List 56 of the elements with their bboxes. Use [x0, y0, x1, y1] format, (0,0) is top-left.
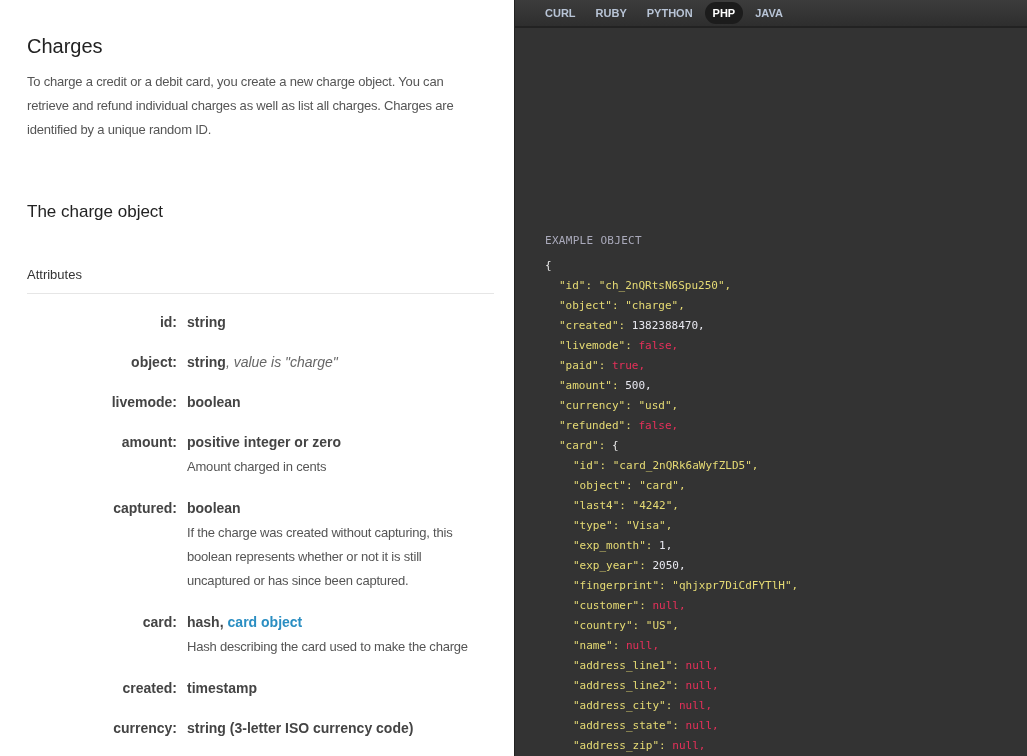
code-line: "object": "charge", — [558, 298, 686, 314]
attribute-name: currency: — [112, 719, 177, 738]
code-line: "id": "card_2nQRk6aWyfZLD5", — [572, 458, 760, 474]
page-title: Charges — [27, 34, 104, 59]
card-object-link[interactable]: card object — [227, 611, 303, 633]
code-line: "amount": 500, — [558, 378, 653, 394]
attribute-name: card: — [141, 613, 177, 632]
code-line: "id": "ch_2nQRtsN6Spu250", — [558, 278, 733, 294]
section-title: The charge object — [27, 201, 165, 223]
attribute-name: id: — [158, 313, 177, 332]
code-line: "exp_month": 1, — [572, 538, 674, 554]
code-line: "livemode": false, — [558, 338, 680, 354]
attribute-name: created: — [121, 679, 177, 698]
attribute-type: timestamp — [187, 679, 258, 698]
code-line: "card": { — [558, 438, 620, 454]
language-tab[interactable]: PHP — [704, 2, 744, 24]
language-tab[interactable]: JAVA — [747, 2, 791, 24]
attribute-type: string (3-letter ISO currency code) — [187, 719, 414, 738]
code-line: "customer": null, — [572, 598, 687, 614]
language-tab[interactable]: RUBY — [587, 2, 635, 24]
attribute-name: captured: — [112, 499, 177, 518]
attribute-description: If the charge was created without capturing, this boolean represents whether or not it is still uncaptured or has since been captured. — [187, 524, 454, 590]
code-line: "name": null, — [572, 638, 661, 654]
code-line: "type": "Visa", — [572, 518, 674, 534]
attribute-name: livemode: — [110, 393, 177, 412]
intro-paragraph: To charge a credit or a debit card, you create a new charge object. You can retrieve and refund individual charges as well as list all charges. Charges are identified by a unique random ID. — [27, 73, 455, 139]
attribute-type: string — [187, 353, 226, 372]
code-line: "currency": "usd", — [558, 398, 680, 414]
code-title: EXAMPLE OBJECT — [545, 233, 643, 249]
attribute-name: object: — [130, 353, 177, 372]
attribute-type: boolean — [187, 499, 241, 518]
attributes-heading: Attributes — [27, 267, 494, 294]
attribute-type: hash, — [187, 613, 224, 632]
attribute-description: Hash describing the card used to make the charge — [187, 638, 469, 656]
attribute-type: positive integer or zero — [187, 433, 342, 452]
code-line: "address_line2": null, — [572, 678, 720, 694]
code-line: "refunded": false, — [558, 418, 680, 434]
attribute-type: string — [187, 313, 226, 332]
code-line: "address_city": null, — [572, 698, 714, 714]
code-line: "created": 1382388470, — [558, 318, 706, 334]
code-line: "last4": "4242", — [572, 498, 680, 514]
code-line: "exp_year": 2050, — [572, 558, 687, 574]
code-line: "paid": true, — [558, 358, 647, 374]
code-line: "object": "card", — [572, 478, 687, 494]
language-tab[interactable]: PYTHON — [638, 2, 701, 24]
code-line: "address_zip": null, — [572, 738, 707, 754]
code-line: "fingerprint": "qhjxpr7DiCdFYTlH", — [572, 578, 800, 594]
attribute-name: amount: — [120, 433, 177, 452]
code-line: "country": "US", — [572, 618, 680, 634]
code-line: { — [545, 258, 553, 274]
attribute-description: Amount charged in cents — [187, 458, 328, 476]
attribute-note: , value is "charge" — [225, 353, 338, 372]
attribute-type: boolean — [187, 393, 241, 412]
code-line: "address_line1": null, — [572, 658, 720, 674]
language-tab[interactable]: CURL — [537, 2, 584, 24]
code-line: "address_state": null, — [572, 718, 720, 734]
